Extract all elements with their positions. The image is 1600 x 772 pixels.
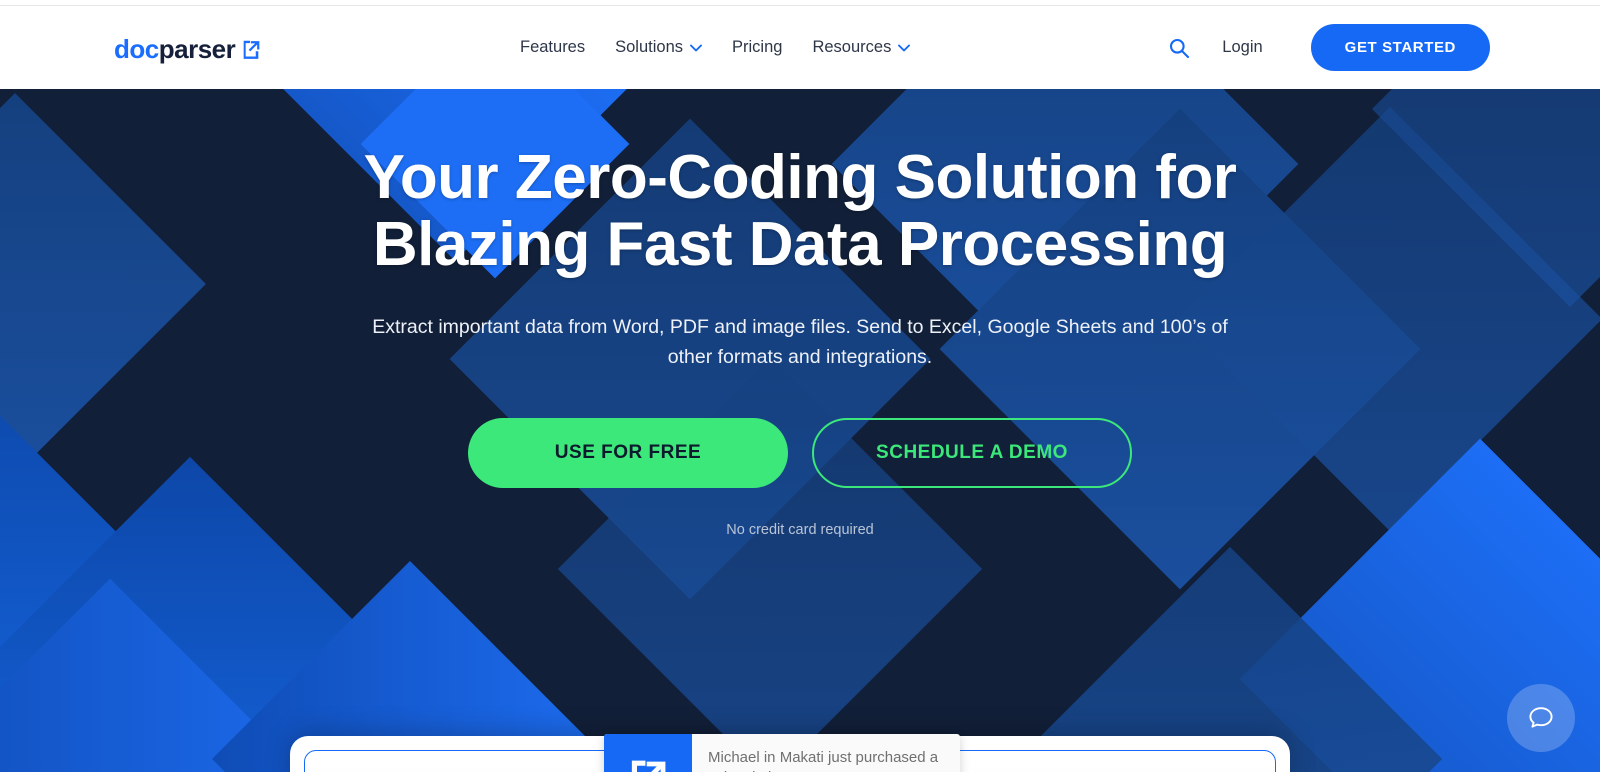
toast-body: Michael in Makati just purchased a subsc… xyxy=(692,734,960,772)
logo-text-doc: doc xyxy=(114,34,159,64)
nav-label: Solutions xyxy=(615,38,684,56)
hero-section: Your Zero-Coding Solution for Blazing Fa… xyxy=(0,89,1600,772)
landing-page: docparser Features Solutions Pricing Res… xyxy=(0,0,1600,772)
login-link[interactable]: Login xyxy=(1222,38,1262,57)
page-title: Your Zero-Coding Solution for Blazing Fa… xyxy=(363,143,1237,279)
site-logo[interactable]: docparser xyxy=(114,36,262,62)
header-actions: Login GET STARTED xyxy=(1164,6,1490,89)
hero-cta-row: USE FOR FREE SCHEDULE A DEMO xyxy=(0,418,1600,489)
toast-message: Michael in Makati just purchased a subsc… xyxy=(708,749,939,772)
hero-subheadline: Extract important data from Word, PDF an… xyxy=(372,315,1228,368)
search-glyph xyxy=(1170,38,1190,58)
nav-label: Resources xyxy=(812,38,892,56)
no-credit-card-note: No credit card required xyxy=(726,522,874,539)
logo-text-parser: parser xyxy=(158,34,236,64)
chat-bubble-icon xyxy=(1529,707,1553,728)
nav-label: Pricing xyxy=(732,38,783,56)
chevron-down-icon xyxy=(690,44,702,51)
chevron-down-icon xyxy=(898,44,911,51)
nav-item-resources[interactable]: Resources xyxy=(812,38,911,57)
logo-wordmark: docparser xyxy=(114,34,236,64)
main-navigation: Features Solutions Pricing Resources xyxy=(520,6,911,89)
nav-item-pricing[interactable]: Pricing xyxy=(732,38,782,57)
document-export-icon xyxy=(243,40,260,59)
use-for-free-button[interactable]: USE FOR FREE xyxy=(468,418,788,489)
get-started-button[interactable]: GET STARTED xyxy=(1310,24,1490,71)
hero-content: Your Zero-Coding Solution for Blazing Fa… xyxy=(0,89,1600,538)
toast-icon-panel xyxy=(604,734,692,772)
nav-item-features[interactable]: Features xyxy=(520,38,585,57)
chat-widget-button[interactable] xyxy=(1507,684,1575,752)
nav-label: Features xyxy=(520,38,586,56)
purchase-notification-toast[interactable]: Michael in Makati just purchased a subsc… xyxy=(604,734,960,772)
search-icon[interactable] xyxy=(1164,33,1194,63)
nav-item-solutions[interactable]: Solutions xyxy=(615,38,702,57)
schedule-a-demo-button[interactable]: SCHEDULE A DEMO xyxy=(812,418,1132,489)
document-export-icon xyxy=(631,760,666,772)
site-header: docparser Features Solutions Pricing Res… xyxy=(0,6,1600,89)
